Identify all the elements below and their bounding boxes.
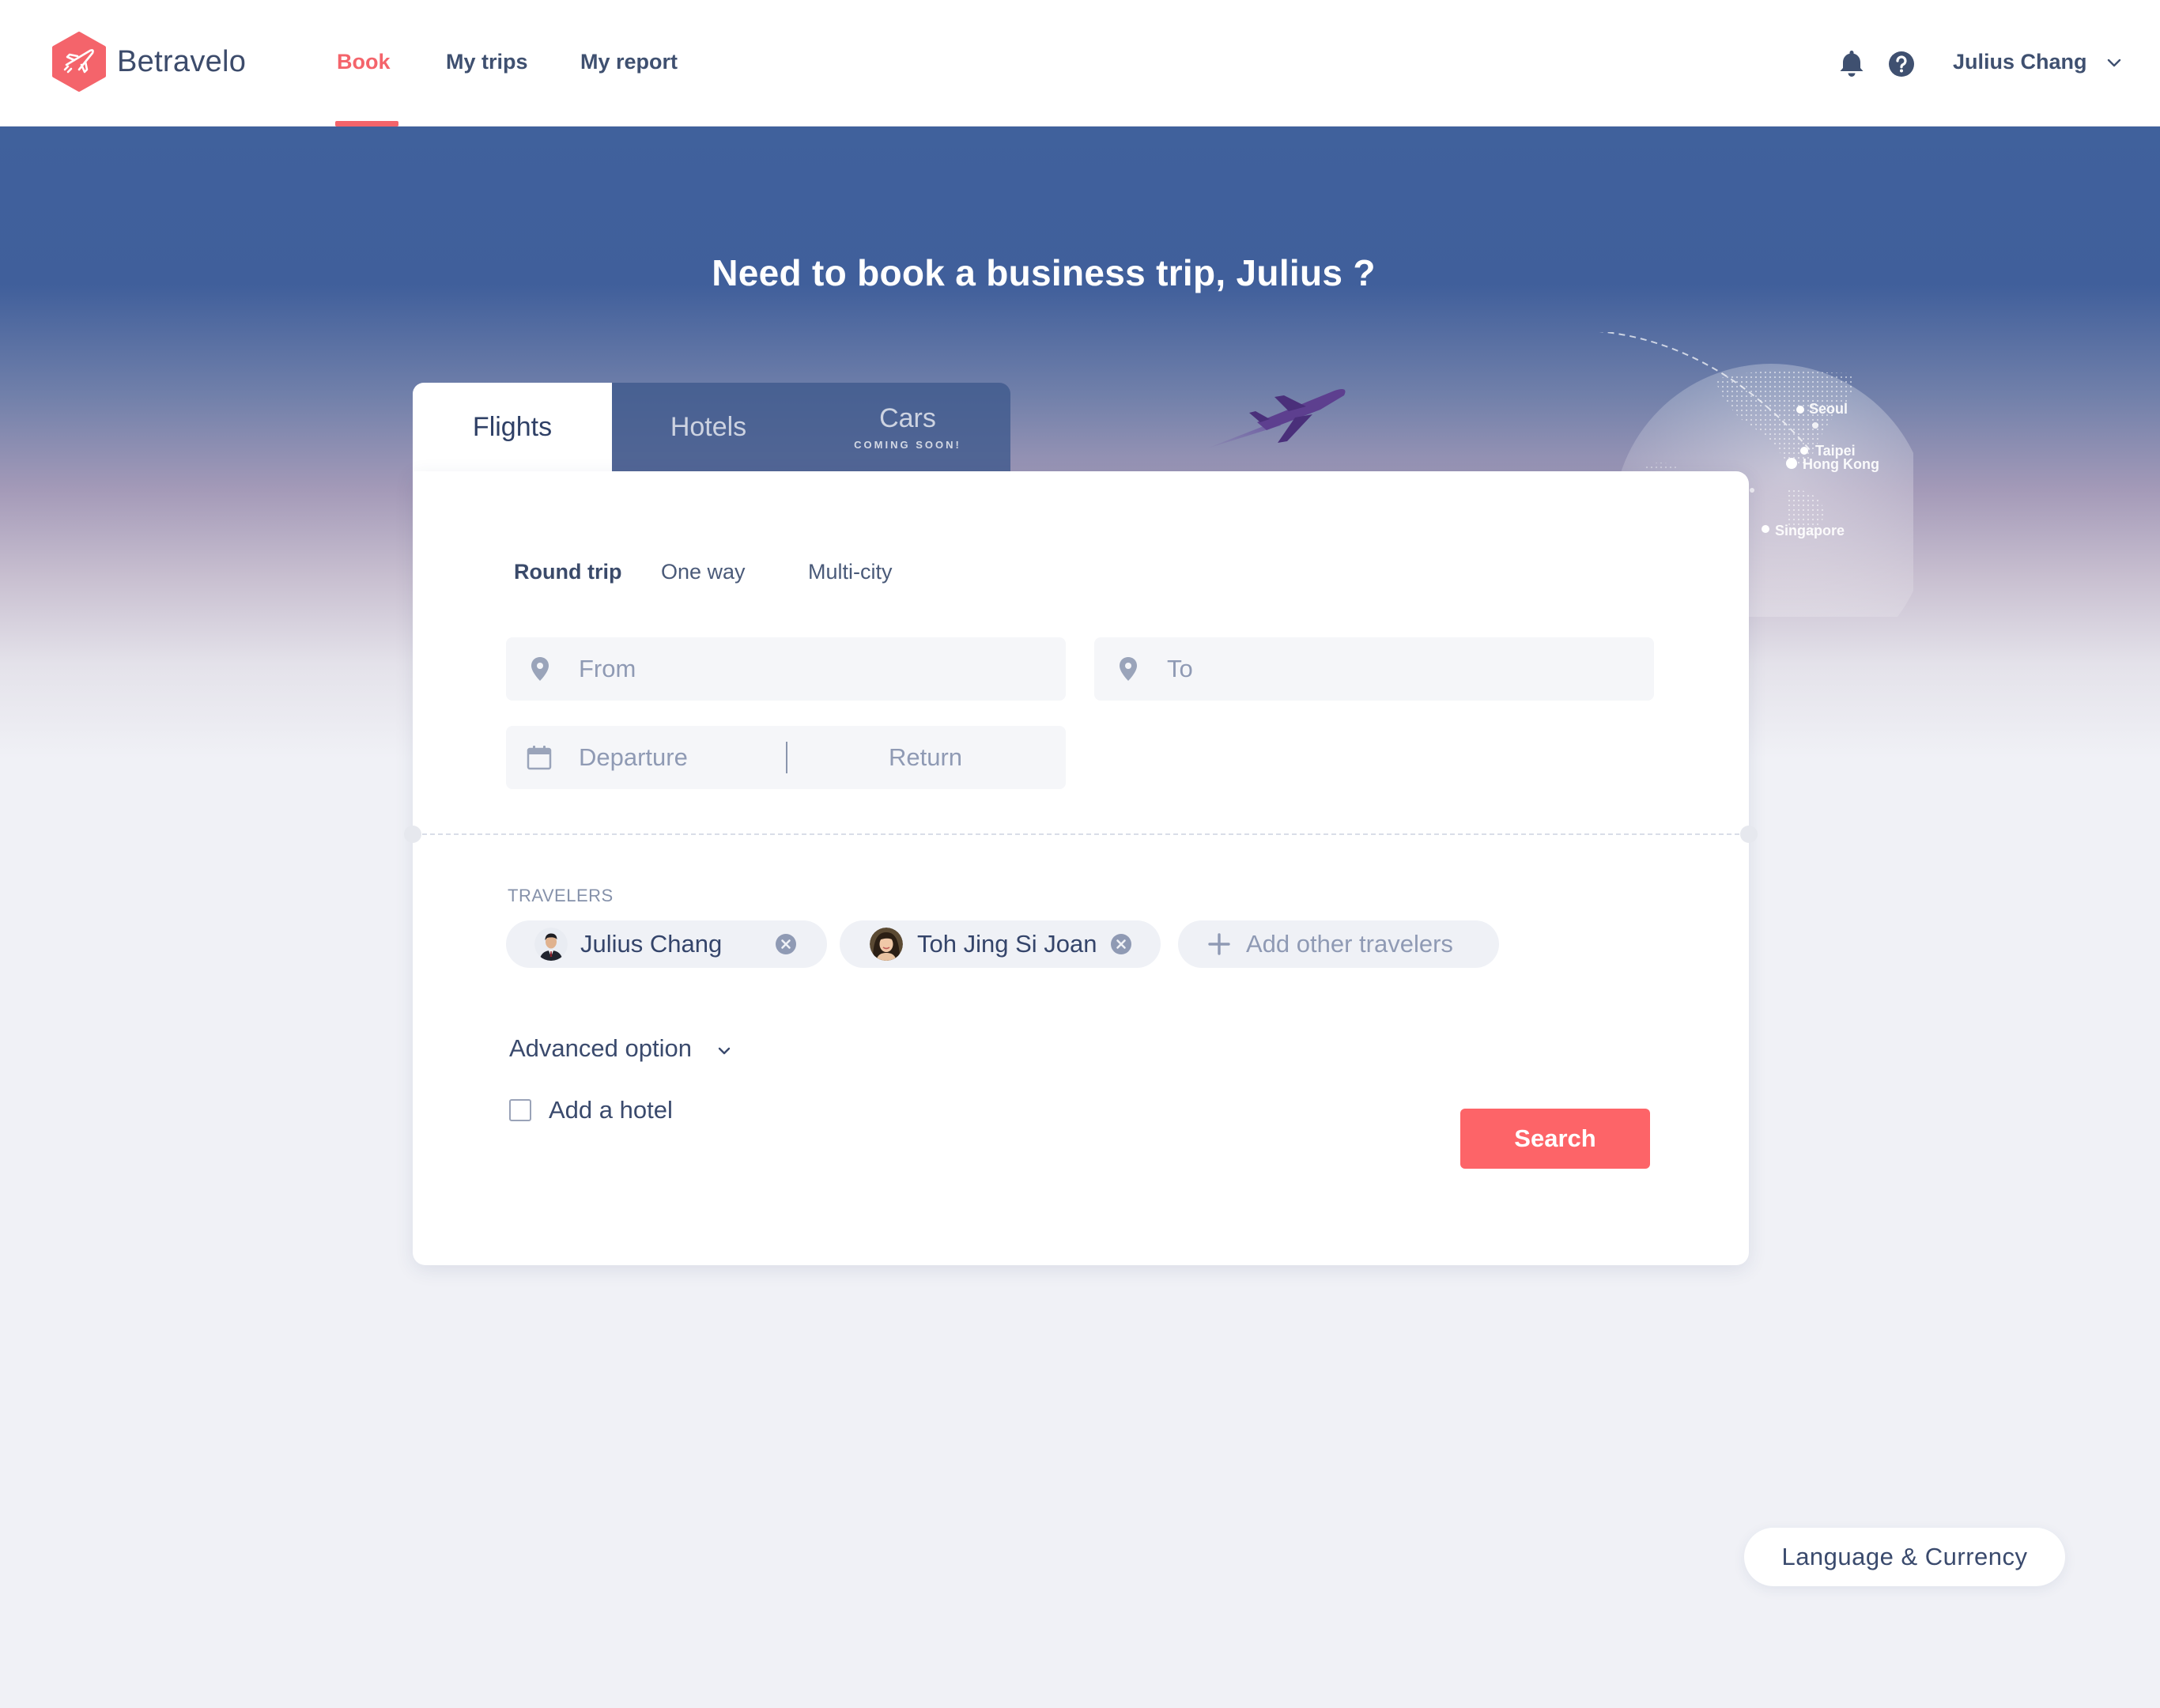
departure-placeholder[interactable]: Departure (579, 743, 688, 772)
chevron-down-icon (2107, 59, 2120, 66)
add-hotel-checkbox[interactable]: Add a hotel (509, 1096, 673, 1124)
to-placeholder: To (1167, 655, 1193, 682)
booking-tabs: Flights Hotels Cars COMING SOON! (413, 383, 1010, 471)
tab-hotels[interactable]: Hotels (612, 383, 805, 471)
nav-my-report[interactable]: My report (580, 50, 678, 74)
remove-icon[interactable] (775, 933, 797, 955)
traveler-name: Toh Jing Si Joan (917, 930, 1097, 958)
tab-flights[interactable]: Flights (413, 383, 612, 471)
logo-plane-icon (52, 32, 106, 92)
nav-my-trips[interactable]: My trips (446, 50, 528, 74)
from-placeholder: From (579, 655, 636, 682)
plus-icon (1208, 933, 1230, 955)
brand-logo[interactable]: Betravelo (51, 32, 246, 92)
traveler-chip: Toh Jing Si Joan (840, 920, 1161, 968)
remove-icon[interactable] (1110, 933, 1132, 955)
user-menu[interactable]: Julius Chang (1953, 50, 2122, 74)
add-hotel-label: Add a hotel (549, 1096, 673, 1124)
calendar-icon (527, 746, 552, 770)
from-field[interactable]: From (506, 637, 1066, 701)
traveler-name: Julius Chang (580, 930, 723, 958)
advanced-option-label: Advanced option (509, 1034, 692, 1062)
help-icon[interactable] (1888, 51, 1915, 77)
divider-notch-right (1740, 826, 1758, 843)
active-nav-indicator (335, 121, 398, 127)
flight-search-card: Round trip One way Multi-city From To De… (404, 471, 1758, 1265)
user-name: Julius Chang (1953, 50, 2087, 74)
brand-name: Betravelo (117, 44, 247, 78)
coming-soon-badge: COMING SOON! (854, 439, 961, 451)
city-label-seoul: Seoul (1809, 401, 1848, 417)
city-label-hong-kong: Hong Kong (1803, 456, 1879, 472)
add-travelers-label: Add other travelers (1246, 930, 1453, 958)
bell-icon[interactable] (1839, 49, 1864, 77)
checkbox[interactable] (509, 1099, 531, 1121)
return-placeholder[interactable]: Return (889, 743, 962, 772)
trip-type-multi-city[interactable]: Multi-city (808, 560, 893, 584)
plane-illustration (1205, 389, 1346, 449)
divider-notch-left (404, 826, 421, 843)
tab-cars-label: Cars (879, 403, 936, 433)
nav-book[interactable]: Book (337, 50, 391, 74)
travelers-label: TRAVELERS (508, 886, 614, 905)
trip-type-one-way[interactable]: One way (661, 560, 746, 584)
date-divider (786, 742, 787, 773)
language-currency-button[interactable]: Language & Currency (1744, 1528, 2065, 1586)
trip-type-round-trip[interactable]: Round trip (514, 560, 621, 584)
section-divider (422, 833, 1739, 835)
hero-headline: Need to book a business trip, Julius ? (712, 252, 1376, 293)
chevron-down-icon (718, 1047, 731, 1055)
top-navbar: Betravelo Book My trips My report Julius… (0, 0, 2160, 127)
date-range-field[interactable]: Departure Return (506, 726, 1066, 789)
avatar (534, 928, 568, 961)
traveler-chip: Julius Chang (506, 920, 827, 968)
advanced-option-toggle[interactable]: Advanced option (509, 1034, 731, 1063)
avatar (870, 928, 903, 961)
add-travelers-button[interactable]: Add other travelers (1178, 920, 1499, 968)
search-button[interactable]: Search (1460, 1109, 1650, 1169)
inactive-tabs-group: Hotels Cars COMING SOON! (612, 383, 1010, 471)
location-pin-icon (1120, 657, 1137, 681)
to-field[interactable]: To (1094, 637, 1654, 701)
location-pin-icon (531, 657, 549, 681)
tab-cars[interactable]: Cars COMING SOON! (805, 383, 1010, 471)
city-label-singapore: Singapore (1775, 523, 1845, 538)
